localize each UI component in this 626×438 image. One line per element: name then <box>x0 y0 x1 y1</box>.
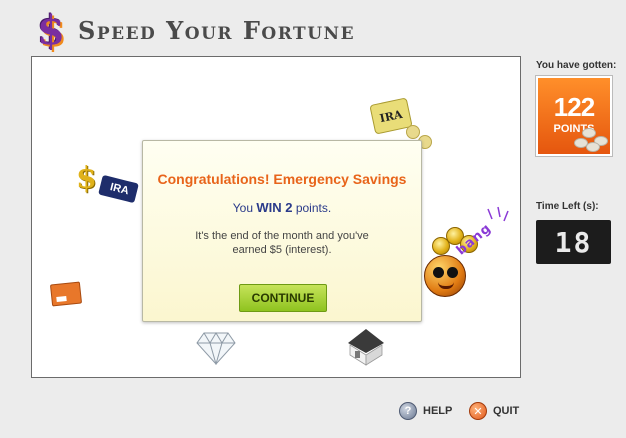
close-icon: ✕ <box>469 402 487 420</box>
coin-icon <box>574 138 588 148</box>
score-label: You have gotten: <box>536 60 617 71</box>
dialog-win-line: You WIN 2 points. <box>143 200 421 215</box>
dollar-ira-tag-icon[interactable]: $ IRA <box>76 161 139 207</box>
smiley-mouth <box>438 282 454 289</box>
help-label: HELP <box>423 405 453 417</box>
credit-card-icon[interactable] <box>49 281 83 307</box>
timer-label: Time Left (s): <box>536 201 599 212</box>
dialog-message: It's the end of the month and you've ear… <box>195 230 369 256</box>
timer-display: 18 <box>536 220 611 264</box>
score-value: 122 <box>553 92 595 122</box>
win-amount: WIN 2 <box>256 200 293 215</box>
help-button[interactable]: ? HELP <box>399 402 452 420</box>
smiley-eye <box>447 267 458 278</box>
win-prefix: You <box>232 201 257 215</box>
app-title: Speed Your Fortune <box>78 15 356 45</box>
dollar-sign-icon: $ <box>76 161 97 196</box>
app-header: $ Speed Your Fortune <box>36 6 356 54</box>
smiley-eye <box>433 267 444 278</box>
score-box: 122 POINTS <box>535 75 613 157</box>
win-suffix: points. <box>292 201 332 215</box>
coin-icon <box>582 128 596 138</box>
coin-icon <box>586 142 600 152</box>
coin-icon <box>406 125 420 139</box>
diamond-icon[interactable] <box>196 331 236 365</box>
help-icon: ? <box>399 402 417 420</box>
quit-label: QUIT <box>493 405 520 417</box>
dollar-logo-icon: $ <box>37 6 65 54</box>
score-unit: POINTS <box>553 123 595 135</box>
bang-lines-icon <box>487 206 509 222</box>
result-dialog: Congratulations! Emergency Savings You W… <box>142 140 422 322</box>
quit-button[interactable]: ✕ QUIT <box>469 402 519 420</box>
dialog-title: Congratulations! Emergency Savings <box>157 171 407 187</box>
continue-button[interactable]: CONTINUE <box>239 284 327 312</box>
ira-tag-label: IRA <box>98 174 139 204</box>
bomb-smiley-icon[interactable] <box>424 255 466 297</box>
house-icon[interactable] <box>344 323 388 367</box>
